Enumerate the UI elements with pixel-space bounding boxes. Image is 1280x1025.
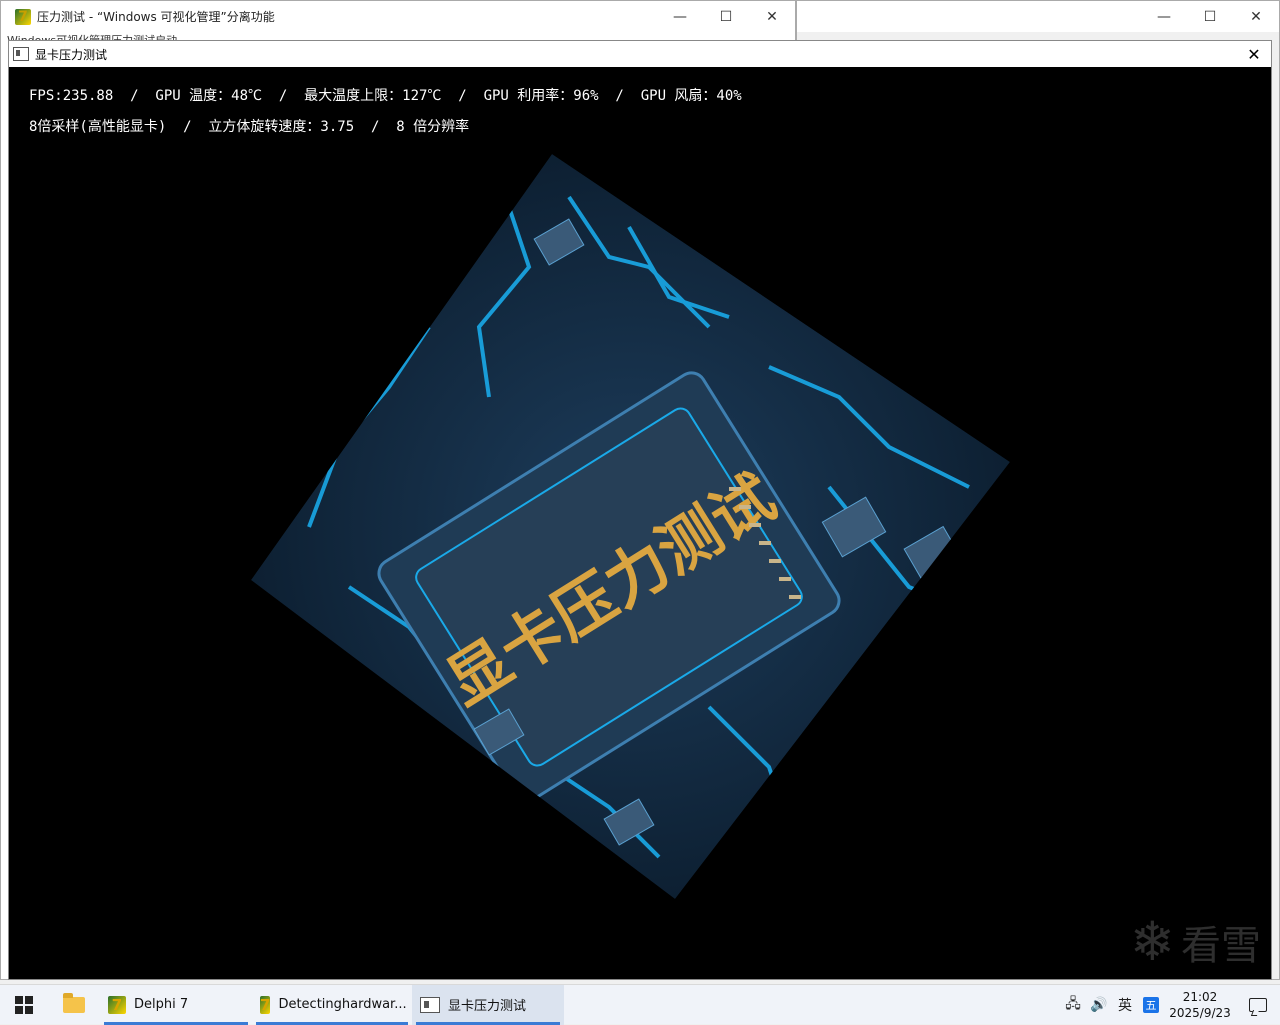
window-icon	[13, 47, 29, 61]
delphi-icon: 7	[15, 8, 31, 25]
watermark: ❄ 看雪	[1130, 910, 1261, 973]
network-icon[interactable]: 🖧	[1060, 985, 1086, 1025]
window-icon	[420, 996, 440, 1013]
taskbar-item-detectinghardware[interactable]: 7 Detectinghardwar...	[252, 985, 412, 1025]
close-button[interactable]: ✕	[749, 1, 795, 32]
taskbar-item-gpu-stress-test[interactable]: 显卡压力测试	[412, 984, 564, 1025]
ime-language-indicator[interactable]: 英	[1112, 985, 1138, 1025]
maximize-button[interactable]: ☐	[703, 1, 749, 32]
taskbar-item-delphi[interactable]: 7 Delphi 7	[100, 985, 252, 1025]
volume-icon[interactable]: 🔊	[1086, 985, 1112, 1025]
window-title: 显卡压力测试	[35, 47, 108, 62]
clock-time: 21:02	[1182, 990, 1218, 1004]
ime-mode-label: 五	[1143, 997, 1159, 1013]
taskbar-item-label: Detectinghardwar...	[278, 997, 407, 1012]
rotating-cube: 显卡压力测试	[251, 154, 1010, 899]
ime-mode-indicator[interactable]: 五	[1138, 985, 1164, 1025]
start-button[interactable]	[0, 985, 48, 1025]
system-tray: 🖧 🔊 英 五 21:02 2025/9/23	[1060, 985, 1280, 1025]
background-window-right-titlebar[interactable]: — ☐ ✕	[797, 1, 1279, 32]
clock-date: 2025/9/23	[1169, 1006, 1231, 1020]
notification-center-button[interactable]	[1236, 985, 1280, 1025]
gpu-stress-test-window: 显卡压力测试 ✕ FPS:235.88 / GPU 温度：48℃ / 最大温度上…	[8, 40, 1272, 980]
notification-icon	[1249, 998, 1267, 1012]
file-explorer-button[interactable]	[48, 985, 100, 1025]
minimize-button[interactable]: —	[1141, 1, 1187, 32]
delphi-icon: 7	[260, 995, 271, 1014]
taskbar-item-label: Delphi 7	[134, 997, 189, 1012]
delphi-icon: 7	[108, 995, 126, 1014]
cube-face: 显卡压力测试	[251, 154, 1010, 899]
minimize-button[interactable]: —	[657, 1, 703, 32]
render-canvas: FPS:235.88 / GPU 温度：48℃ / 最大温度上限：127℃ / …	[9, 67, 1271, 979]
snowflake-icon: ❄	[1129, 910, 1175, 973]
watermark-text: 看雪	[1181, 922, 1261, 969]
close-button[interactable]: ✕	[1233, 1, 1279, 32]
background-window-title: 压力测试 - “Windows 可视化管理”分离功能	[37, 10, 275, 24]
windows-logo-icon	[15, 995, 33, 1014]
taskbar-item-label: 显卡压力测试	[448, 999, 527, 1014]
folder-icon	[63, 992, 85, 1013]
clock[interactable]: 21:02 2025/9/23	[1164, 989, 1236, 1021]
taskbar: 7 Delphi 7 7 Detectinghardwar... 显卡压力测试 …	[0, 984, 1280, 1025]
maximize-button[interactable]: ☐	[1187, 1, 1233, 32]
gpu-stress-test-titlebar[interactable]: 显卡压力测试 ✕	[9, 41, 1271, 68]
close-button[interactable]: ✕	[1237, 41, 1271, 67]
background-window-titlebar[interactable]: 7 压力测试 - “Windows 可视化管理”分离功能 — ☐ ✕	[1, 1, 795, 32]
